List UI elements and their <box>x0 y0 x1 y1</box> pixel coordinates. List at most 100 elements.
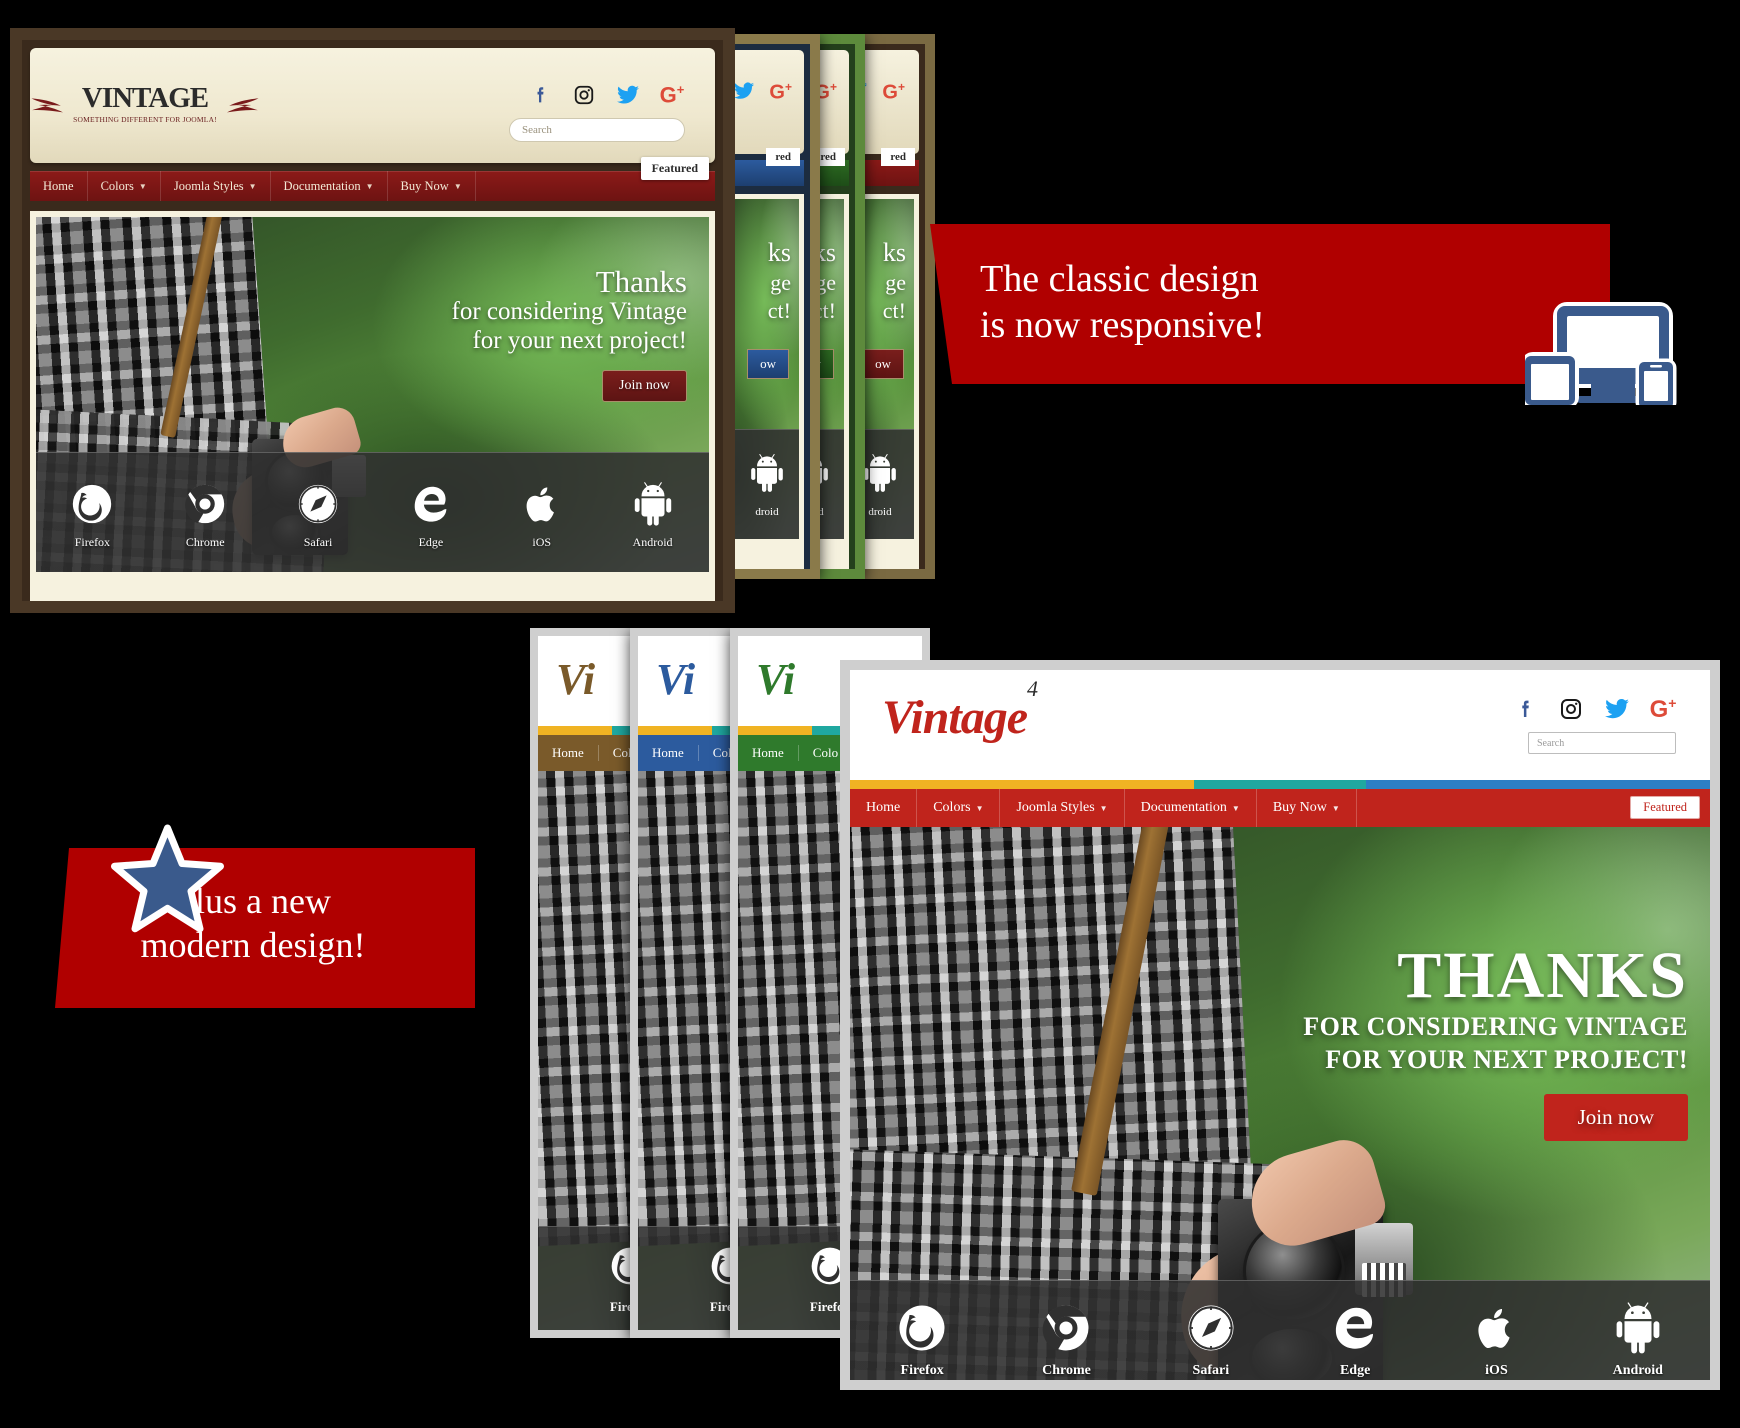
wing-right-icon <box>227 98 259 113</box>
nav-item-joomla-styles[interactable]: Joomla Styles ▼ <box>161 171 271 201</box>
modern-ghost-logo: Vi <box>756 655 796 704</box>
hero-headline: THANKS <box>1397 939 1688 1012</box>
star-badge-icon <box>110 823 225 933</box>
browser-item-edge[interactable]: Edge <box>408 475 454 550</box>
browser-item-chrome[interactable]: Chrome <box>1039 1303 1093 1379</box>
vintage4-logo[interactable]: Vintage4 <box>882 676 1038 745</box>
modern-hero-image: THANKS FOR CONSIDERING VINTAGE FOR YOUR … <box>850 827 1710 1380</box>
vintage-logo[interactable]: VINTAGE SOMETHING DIFFERENT FOR JOOMLA! <box>31 84 259 124</box>
nav-item-buy-now[interactable]: Buy Now ▼ <box>1257 789 1357 827</box>
nav-item-colors[interactable]: Colors ▼ <box>88 171 161 201</box>
browser-label: iOS <box>1485 1362 1508 1378</box>
twitter-icon <box>734 82 755 99</box>
wing-left-icon <box>31 98 63 113</box>
classic-showcase-section: G+ red ks ge ct! ow droid G+ red ks ge c… <box>0 0 1740 638</box>
banner-line-1: The classic design <box>980 258 1259 300</box>
nav-item-documentation[interactable]: Documentation ▼ <box>271 171 388 201</box>
browser-item-ios[interactable]: iOS <box>521 475 563 550</box>
search-input[interactable]: Search <box>1528 732 1676 754</box>
nav-label: Joomla Styles <box>173 178 244 193</box>
browser-item-safari[interactable]: Safari <box>295 475 341 550</box>
safari-icon <box>295 475 341 527</box>
modern-social-links: G+ <box>1512 696 1676 722</box>
modern-ghost-logo: Vi <box>556 655 596 704</box>
safari-icon <box>1184 1303 1238 1355</box>
facebook-icon[interactable] <box>1512 696 1538 722</box>
ghost-nav-home[interactable]: Home <box>638 745 699 761</box>
rainbow-stripe <box>850 780 1710 789</box>
stripe-blue <box>1366 780 1538 789</box>
featured-badge: red <box>766 148 800 166</box>
nav-item-colors[interactable]: Colors ▼ <box>917 789 1001 827</box>
browser-label: Android <box>1612 1362 1663 1378</box>
nav-label: Buy Now <box>400 178 449 193</box>
nav-label: Colors <box>933 800 971 815</box>
ghost-nav-home[interactable]: Home <box>538 745 599 761</box>
classic-social-links: G+ <box>527 82 685 108</box>
join-now-button[interactable]: Join now <box>1543 1093 1688 1141</box>
modern-site-header: Vintage4 G+ Search <box>850 670 1710 780</box>
apple-ios-icon <box>521 475 563 527</box>
chevron-down-icon: ▼ <box>138 181 147 191</box>
featured-badge: red <box>881 148 915 166</box>
nav-label: Home <box>43 178 74 193</box>
classic-template-window[interactable]: VINTAGE SOMETHING DIFFERENT FOR JOOMLA! … <box>10 28 735 613</box>
hero-sub-2: FOR YOUR NEXT PROJECT! <box>1325 1044 1688 1074</box>
modern-ghost-logo: Vi <box>656 655 696 704</box>
android-icon <box>864 454 896 492</box>
facebook-icon[interactable] <box>527 82 553 108</box>
browser-item-firefox[interactable]: Firefox <box>895 1303 949 1379</box>
hero-sub-1: FOR CONSIDERING VINTAGE <box>1303 1011 1688 1041</box>
browser-item-android[interactable]: Android <box>630 475 676 550</box>
nav-item-home[interactable]: Home <box>30 171 88 201</box>
chevron-down-icon: ▼ <box>975 803 984 813</box>
chrome-icon <box>1039 1303 1093 1355</box>
browser-item-firefox[interactable]: Firefox <box>69 475 115 550</box>
search-input[interactable]: Search <box>509 118 685 142</box>
banner-line-2: is now responsive! <box>980 304 1265 347</box>
classic-hero-image: Thanks for considering Vintage for your … <box>36 217 709 572</box>
nav-label: Colors <box>100 178 134 193</box>
browser-label: Chrome <box>185 535 225 549</box>
nav-item-home[interactable]: Home <box>850 789 918 827</box>
twitter-icon[interactable] <box>1604 696 1630 722</box>
classic-browser-support-bar: Firefox Chrome Safari Edge iOS Android <box>36 452 709 572</box>
ghost-nav-home[interactable]: Home <box>738 745 799 761</box>
modern-template-window[interactable]: Vintage4 G+ Search Home Colors ▼ Joomla … <box>840 660 1720 1390</box>
browser-item-ios[interactable]: iOS <box>1472 1303 1520 1379</box>
classic-site-header: VINTAGE SOMETHING DIFFERENT FOR JOOMLA! … <box>30 48 715 163</box>
banner-text: The classic design is now responsive! <box>980 256 1265 349</box>
firefox-icon <box>69 475 115 527</box>
instagram-icon[interactable] <box>571 82 597 108</box>
modern-browser-support-bar: Firefox Chrome Safari Edge iOS Android <box>850 1280 1710 1380</box>
instagram-icon[interactable] <box>1558 696 1584 722</box>
modern-main-nav: Home Colors ▼ Joomla Styles ▼ Documentatio… <box>850 789 1710 827</box>
android-icon <box>1611 1301 1665 1355</box>
browser-item-android[interactable]: Android <box>1611 1301 1665 1379</box>
stripe-yellow-2 <box>1022 780 1194 789</box>
logo-wordmark: Vintage <box>882 691 1028 744</box>
hero-line-2: for considering Vintage <box>451 298 687 326</box>
firefox-icon <box>895 1303 949 1355</box>
twitter-icon[interactable] <box>615 82 641 108</box>
nav-item-joomla-styles[interactable]: Joomla Styles ▼ <box>1000 789 1125 827</box>
browser-item-chrome[interactable]: Chrome <box>182 475 228 550</box>
browser-item-safari[interactable]: Safari <box>1184 1303 1238 1379</box>
nav-item-documentation[interactable]: Documentation ▼ <box>1125 789 1257 827</box>
chevron-down-icon: ▼ <box>365 181 374 191</box>
join-now-button[interactable]: Join now <box>602 369 687 402</box>
nav-item-buy-now[interactable]: Buy Now ▼ <box>388 171 476 201</box>
chevron-down-icon: ▼ <box>1099 803 1108 813</box>
edge-icon <box>408 475 454 527</box>
featured-badge[interactable]: Featured <box>1630 796 1700 819</box>
nav-label: Joomla Styles <box>1016 800 1095 815</box>
nav-label: Home <box>866 800 901 815</box>
browser-label: iOS <box>532 535 552 549</box>
featured-badge[interactable]: Featured <box>640 157 709 180</box>
hero-line-1: Thanks <box>595 264 687 299</box>
browser-item-edge[interactable]: Edge <box>1328 1303 1382 1379</box>
google-plus-icon[interactable]: G+ <box>659 82 685 108</box>
search-placeholder: Search <box>522 124 552 136</box>
chevron-down-icon: ▼ <box>1231 803 1240 813</box>
google-plus-icon[interactable]: G+ <box>1650 696 1677 722</box>
